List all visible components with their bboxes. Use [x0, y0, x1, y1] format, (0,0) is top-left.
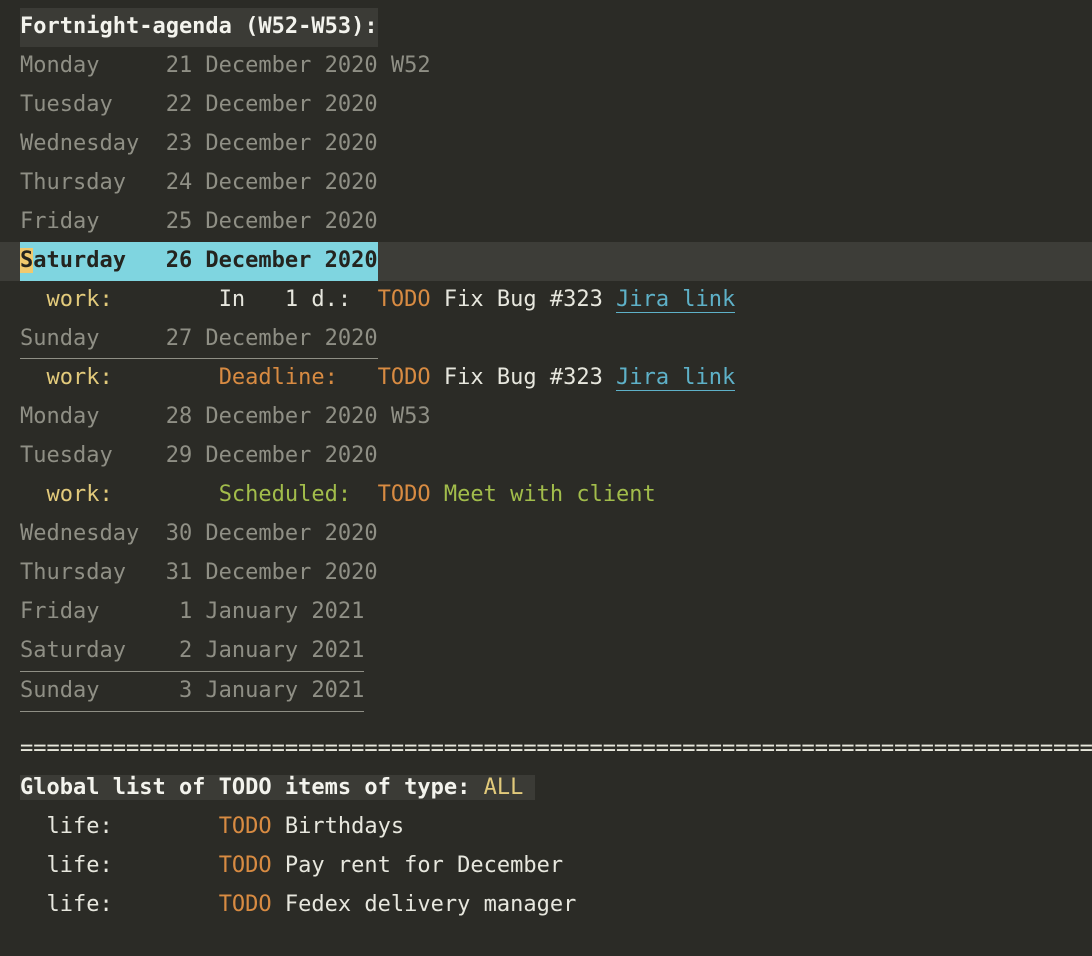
- agenda-entry-text: Meet with client: [444, 482, 656, 507]
- agenda-entry-link[interactable]: Jira link: [616, 365, 735, 391]
- todo-keyword: TODO: [378, 482, 431, 507]
- todo-item-text: Pay rent for December: [285, 853, 563, 878]
- cursor: S: [20, 248, 33, 273]
- todo-item[interactable]: life: TODO Birthdays: [20, 808, 1092, 847]
- agenda-day[interactable]: Saturday 2 January 2021: [20, 632, 364, 672]
- agenda-entry-text: Fix Bug #323: [444, 365, 603, 390]
- agenda-entry-category: work:: [47, 482, 219, 507]
- agenda-entry-schedule: Scheduled:: [219, 482, 365, 507]
- agenda-day[interactable]: Sunday 27 December 2020: [20, 320, 378, 360]
- agenda-day[interactable]: Wednesday 30 December 2020: [20, 521, 378, 546]
- agenda-day-current[interactable]: Saturday 26 December 2020: [0, 242, 1092, 281]
- agenda-day[interactable]: Tuesday 29 December 2020: [20, 443, 378, 468]
- agenda-entry-text: Fix Bug #323: [444, 287, 603, 312]
- section-divider: ========================================…: [20, 730, 1092, 769]
- todo-keyword: TODO: [219, 853, 272, 878]
- agenda-day[interactable]: Wednesday 23 December 2020: [20, 131, 378, 156]
- todo-keyword: TODO: [378, 365, 431, 390]
- agenda-day[interactable]: Friday 1 January 2021: [20, 599, 364, 624]
- todo-item[interactable]: life: TODO Pay rent for December: [20, 847, 1092, 886]
- agenda-entry-category: work:: [47, 287, 219, 312]
- agenda-day[interactable]: Thursday 24 December 2020: [20, 170, 378, 195]
- agenda-entry-link[interactable]: Jira link: [616, 287, 735, 313]
- org-agenda-view[interactable]: Fortnight-agenda (W52-W53): Monday 21 De…: [0, 0, 1092, 945]
- todo-item-text: Fedex delivery manager: [285, 892, 576, 917]
- agenda-entry-schedule: Deadline:: [219, 365, 365, 390]
- todo-keyword: TODO: [219, 814, 272, 839]
- agenda-day[interactable]: Monday 28 December 2020 W53: [20, 404, 431, 429]
- agenda-day[interactable]: Friday 25 December 2020: [20, 209, 378, 234]
- todo-keyword: TODO: [378, 287, 431, 312]
- todo-section-title: Global list of TODO items of type:: [20, 775, 484, 800]
- todo-item-category: life:: [47, 814, 219, 839]
- todo-keyword: TODO: [219, 892, 272, 917]
- todo-item-category: life:: [47, 892, 219, 917]
- agenda-title: Fortnight-agenda (W52-W53):: [20, 8, 378, 47]
- todo-item[interactable]: life: TODO Fedex delivery manager: [20, 886, 1092, 925]
- agenda-entry[interactable]: work: In 1 d.: TODO Fix Bug #323 Jira li…: [20, 281, 1092, 320]
- agenda-day[interactable]: Sunday 3 January 2021: [20, 672, 364, 712]
- todo-filter[interactable]: ALL: [484, 775, 536, 800]
- agenda-day[interactable]: Tuesday 22 December 2020: [20, 92, 378, 117]
- todo-item-text: Birthdays: [285, 814, 404, 839]
- agenda-day[interactable]: Thursday 31 December 2020: [20, 560, 378, 585]
- agenda-entry-category: work:: [47, 365, 219, 390]
- agenda-day[interactable]: Monday 21 December 2020 W52: [20, 53, 431, 78]
- todo-section-header: Global list of TODO items of type: ALL: [20, 769, 1092, 808]
- agenda-day[interactable]: Saturday 26 December 2020: [20, 242, 378, 281]
- todo-item-category: life:: [47, 853, 219, 878]
- agenda-entry[interactable]: work: Deadline: TODO Fix Bug #323 Jira l…: [20, 359, 1092, 398]
- agenda-entry-schedule: In 1 d.:: [219, 287, 365, 312]
- agenda-entry[interactable]: work: Scheduled: TODO Meet with client: [20, 476, 1092, 515]
